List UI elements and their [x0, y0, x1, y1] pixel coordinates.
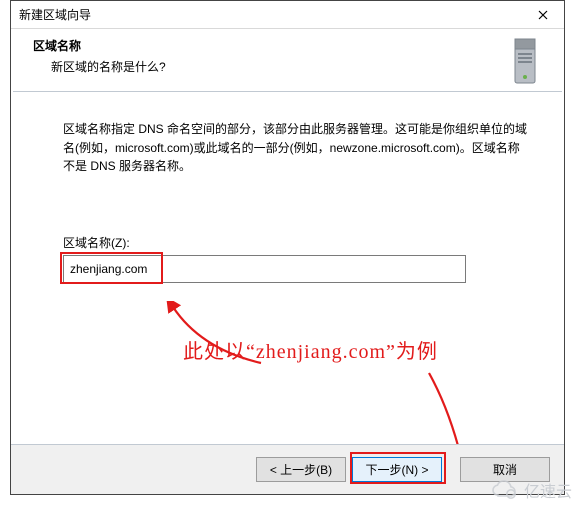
zone-name-label: 区域名称(Z):: [63, 234, 528, 251]
close-icon: [538, 10, 548, 20]
annotation-text: 此处以“zhenjiang.com”为例: [183, 335, 438, 364]
back-button[interactable]: < 上一步(B): [256, 457, 346, 482]
titlebar: 新建区域向导: [11, 1, 564, 29]
zone-name-input[interactable]: [63, 255, 466, 283]
next-button[interactable]: 下一步(N) >: [352, 457, 442, 482]
button-bar: < 上一步(B) 下一步(N) > 取消: [11, 444, 564, 494]
body-description: 区域名称指定 DNS 命名空间的部分，该部分由此服务器管理。这可能是你组织单位的…: [63, 120, 528, 176]
wizard-heading: 区域名称: [33, 37, 504, 54]
window-title: 新建区域向导: [19, 6, 91, 23]
annotation-arrow-to-input: [161, 301, 271, 371]
server-icon: [504, 35, 548, 87]
close-button[interactable]: [523, 2, 563, 28]
wizard-subtitle: 新区域的名称是什么?: [51, 58, 504, 75]
wizard-body: 区域名称指定 DNS 命名空间的部分，该部分由此服务器管理。这可能是你组织单位的…: [11, 92, 564, 283]
wizard-dialog: 新建区域向导 区域名称 新区域的名称是什么? 区域名称指定 DNS 命名空间的部…: [10, 0, 565, 495]
cancel-button[interactable]: 取消: [460, 457, 550, 482]
wizard-header: 区域名称 新区域的名称是什么?: [11, 29, 564, 91]
